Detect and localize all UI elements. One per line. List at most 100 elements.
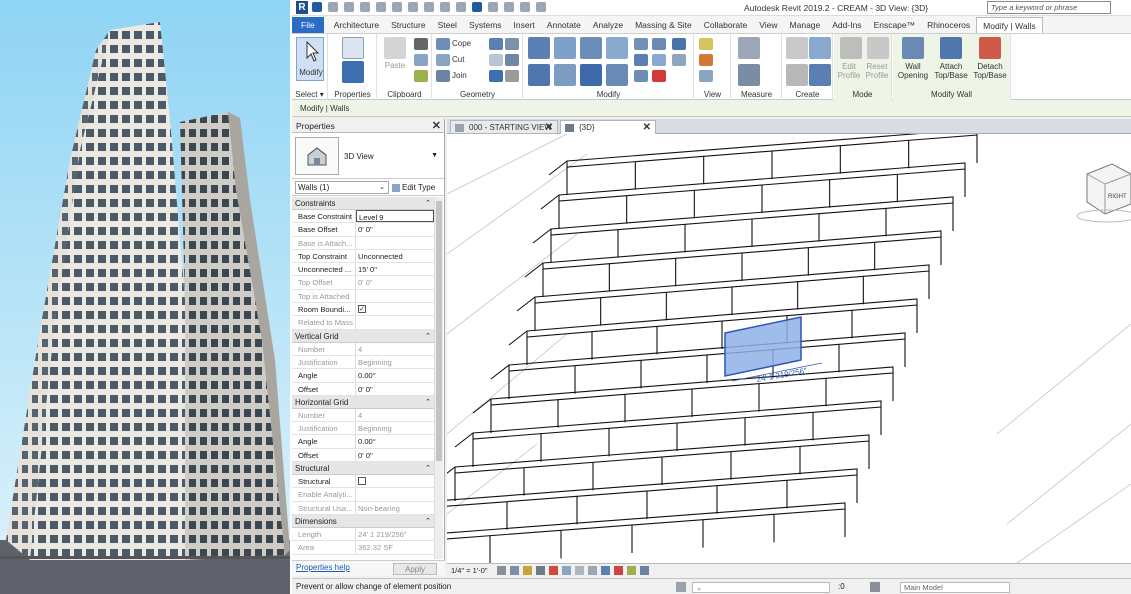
copy-icon[interactable] — [414, 54, 428, 66]
aligned-dimension-icon[interactable] — [738, 64, 760, 86]
collapse-icon[interactable]: ⌃ — [425, 330, 431, 343]
detach-top-base-icon[interactable] — [979, 37, 1001, 59]
measure-icon[interactable] — [408, 2, 418, 12]
sun-path-icon[interactable] — [523, 566, 532, 575]
split-face-icon[interactable] — [489, 38, 503, 50]
property-value[interactable]: ✓ — [356, 303, 434, 315]
split-element-icon[interactable] — [634, 38, 648, 50]
render-icon[interactable] — [549, 566, 558, 575]
unjoin-icon[interactable] — [489, 70, 503, 82]
property-value[interactable]: 0' 0" — [356, 449, 434, 461]
tab-massing-site[interactable]: Massing & Site — [629, 17, 698, 33]
3d-view-canvas[interactable]: 24' 1 219/256" RIGHT — [447, 134, 1131, 563]
workset-dropdown[interactable]: ⌄ — [692, 582, 830, 593]
checkbox[interactable] — [358, 477, 366, 486]
property-row[interactable]: Unconnected ... 15' 0" — [292, 263, 434, 277]
cope-icon[interactable] — [436, 38, 450, 50]
trim-icon[interactable] — [606, 64, 628, 86]
dimension-icon[interactable] — [424, 2, 434, 12]
property-row[interactable]: Structural — [292, 475, 434, 489]
text-icon[interactable] — [456, 2, 466, 12]
create-assembly-icon[interactable] — [786, 37, 808, 59]
cope-label[interactable]: Cope — [452, 39, 471, 48]
crop-view-icon[interactable] — [562, 566, 571, 575]
reset-profile-icon[interactable] — [867, 37, 889, 59]
model-dropdown[interactable]: Main Model — [900, 582, 1010, 593]
extend-icon[interactable] — [672, 54, 686, 66]
split-gap-icon[interactable] — [652, 38, 666, 50]
search-input[interactable]: Type a keyword or phrase — [987, 1, 1111, 14]
property-value[interactable]: Level 9 — [356, 210, 434, 223]
property-value[interactable]: 0.00° — [356, 435, 434, 447]
property-row[interactable]: Offset 0' 0" — [292, 382, 434, 396]
create-similar-icon[interactable] — [809, 64, 831, 86]
property-value[interactable]: 0' 0" — [356, 383, 434, 395]
close-icon[interactable]: ✕ — [545, 121, 553, 134]
tab-modify-walls[interactable]: Modify | Walls — [976, 17, 1043, 33]
redo-icon[interactable] — [376, 2, 386, 12]
property-value[interactable]: Unconnected — [356, 250, 434, 262]
tab-systems[interactable]: Systems — [463, 17, 508, 33]
property-value[interactable]: 15' 0" — [356, 263, 434, 275]
cut-geometry-icon[interactable] — [436, 54, 450, 66]
collapse-icon[interactable]: ⌃ — [425, 515, 431, 528]
copy-element-icon[interactable] — [554, 64, 576, 86]
property-value[interactable]: 0.00° — [356, 369, 434, 381]
close-icon[interactable]: ✕ — [643, 121, 651, 134]
save-icon[interactable] — [328, 2, 338, 12]
apply-button[interactable]: Apply — [393, 563, 437, 575]
lock-3d-icon[interactable] — [588, 566, 597, 575]
override-graphics-icon[interactable] — [699, 54, 713, 66]
tab-steel[interactable]: Steel — [432, 17, 463, 33]
section-header[interactable]: Dimensions ⌃ — [292, 514, 434, 528]
section-header[interactable]: Horizontal Grid ⌃ — [292, 395, 434, 409]
unpin-icon[interactable] — [672, 38, 686, 50]
tab-enscape[interactable]: Enscape™ — [868, 17, 922, 33]
join-label[interactable]: Join — [452, 71, 467, 80]
analytical-icon[interactable] — [640, 566, 649, 575]
section-header[interactable]: Constraints ⌃ — [292, 197, 434, 210]
collapse-icon[interactable]: ⌃ — [425, 462, 431, 475]
type-properties-icon[interactable] — [342, 37, 364, 59]
create-group-icon[interactable] — [786, 64, 808, 86]
match-properties-icon[interactable] — [414, 70, 428, 82]
property-row[interactable]: Offset 0' 0" — [292, 448, 434, 463]
chevron-down-icon[interactable]: ▼ — [431, 152, 438, 159]
revit-logo[interactable]: R — [296, 1, 308, 14]
delete-icon[interactable] — [652, 70, 666, 82]
reveal-hidden-icon[interactable] — [614, 566, 623, 575]
property-row[interactable]: Base Constraint Level 9 — [292, 210, 434, 224]
modify-button[interactable]: Modify — [296, 37, 324, 81]
detail-level-icon[interactable] — [497, 566, 506, 575]
element-filter-select[interactable]: Walls (1) ⌄ — [295, 181, 389, 194]
undo-icon[interactable] — [360, 2, 370, 12]
design-options-icon[interactable] — [870, 582, 880, 592]
property-row[interactable]: Base Offset 0' 0" — [292, 223, 434, 237]
cut-scissors-icon[interactable] — [414, 38, 428, 50]
measure-distance-icon[interactable] — [738, 37, 760, 59]
collapse-icon[interactable]: ⌃ — [425, 197, 431, 210]
edit-profile-icon[interactable] — [840, 37, 862, 59]
checkbox[interactable]: ✓ — [358, 305, 366, 314]
tab-annotate[interactable]: Annotate — [541, 17, 587, 33]
property-row[interactable]: Angle 0.00° — [292, 435, 434, 449]
show-crop-icon[interactable] — [575, 566, 584, 575]
demolish-icon[interactable] — [505, 54, 519, 66]
open-icon[interactable] — [312, 2, 322, 12]
offset-icon[interactable] — [554, 37, 576, 59]
type-selector[interactable]: 3D View ▼ — [292, 133, 444, 179]
paint-icon[interactable] — [489, 54, 503, 66]
tag-icon[interactable] — [440, 2, 450, 12]
section-header[interactable]: Structural ⌃ — [292, 462, 434, 476]
tab-architecture[interactable]: Architecture — [328, 17, 385, 33]
edit-type-button[interactable]: Edit Type — [392, 181, 435, 194]
properties-scrollbar[interactable] — [434, 197, 443, 559]
selected-wall-panel[interactable] — [724, 316, 802, 377]
attach-top-base-icon[interactable] — [940, 37, 962, 59]
collapse-icon[interactable]: ⌃ — [425, 396, 431, 409]
align-icon[interactable] — [528, 37, 550, 59]
hide-bulb-icon[interactable] — [699, 38, 713, 50]
worksharing-icon[interactable] — [627, 566, 636, 575]
sync-icon[interactable] — [344, 2, 354, 12]
remove-paint-icon[interactable] — [505, 70, 519, 82]
